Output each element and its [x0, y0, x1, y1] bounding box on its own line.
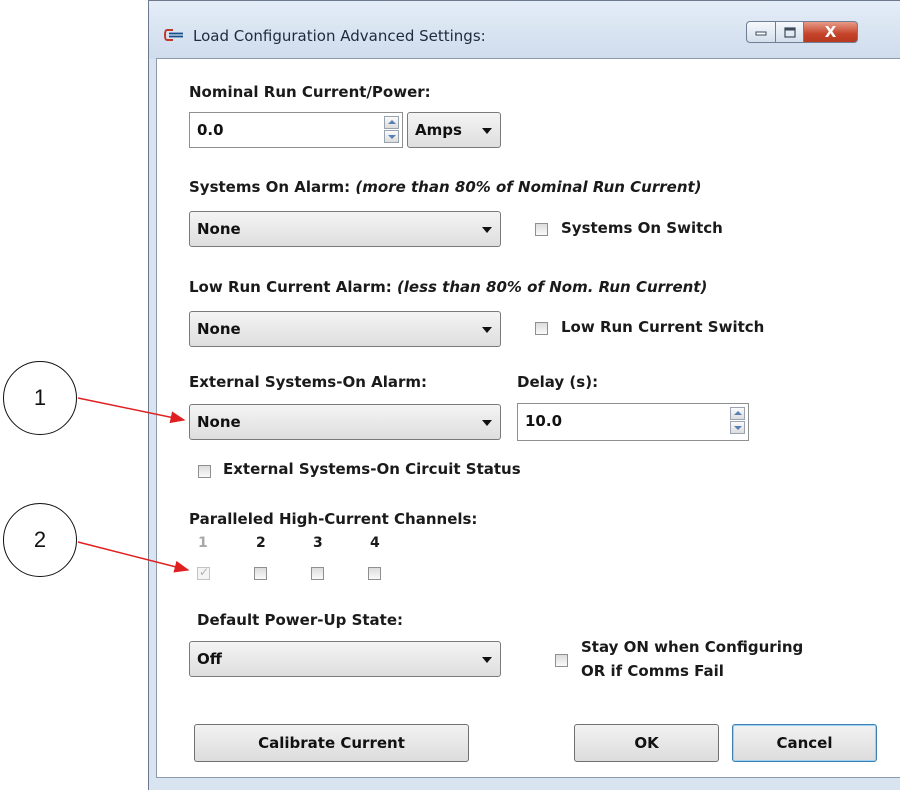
- maximize-button[interactable]: [776, 21, 804, 43]
- low-run-alarm-value: None: [197, 320, 241, 338]
- channel-4-label: 4: [370, 535, 380, 551]
- checkmark-icon: ✓: [199, 565, 210, 579]
- low-run-alarm-dropdown[interactable]: None: [189, 311, 501, 347]
- spin-up-icon[interactable]: [384, 116, 399, 129]
- window-controls: X: [746, 21, 858, 45]
- chevron-down-icon: [482, 227, 492, 233]
- systems-on-alarm-note: (more than 80% of Nominal Run Current): [355, 178, 702, 196]
- nominal-run-label: Nominal Run Current/Power:: [189, 83, 431, 101]
- maximize-icon: [783, 26, 796, 38]
- systems-on-switch-label: Systems On Switch: [561, 219, 723, 237]
- dialog-body: Nominal Run Current/Power: 0.0 Amps Syst…: [156, 58, 900, 778]
- delay-label: Delay (s):: [517, 373, 599, 391]
- close-icon: X: [824, 23, 837, 41]
- stay-on-label-line1: Stay ON when Configuring: [581, 638, 804, 656]
- calibrate-current-button[interactable]: Calibrate Current: [194, 724, 469, 762]
- minimize-button[interactable]: [746, 21, 776, 43]
- external-circuit-status-label: External Systems-On Circuit Status: [223, 460, 521, 478]
- callout-2: 2: [3, 503, 77, 577]
- delay-spinbox[interactable]: 10.0: [517, 403, 749, 441]
- systems-on-switch-checkbox[interactable]: [535, 223, 548, 236]
- minimize-icon: [755, 31, 767, 36]
- low-run-switch-label: Low Run Current Switch: [561, 318, 765, 336]
- stay-on-label-line2: OR if Comms Fail: [581, 662, 724, 680]
- callout-1: 1: [3, 361, 77, 435]
- window-title: Load Configuration Advanced Settings:: [193, 27, 486, 45]
- cancel-button[interactable]: Cancel: [732, 724, 877, 762]
- nominal-spin-buttons: [384, 116, 399, 144]
- channel-4-checkbox[interactable]: [368, 567, 381, 580]
- chevron-down-icon: [482, 327, 492, 333]
- spin-up-icon[interactable]: [730, 407, 745, 420]
- systems-on-alarm-label: Systems On Alarm: (more than 80% of Nomi…: [189, 178, 702, 196]
- paralleled-channels-label: Paralleled High-Current Channels:: [189, 510, 478, 528]
- delay-value: 10.0: [525, 412, 563, 430]
- power-up-state-label: Default Power-Up State:: [197, 611, 404, 629]
- chevron-down-icon: [482, 128, 492, 134]
- chevron-down-icon: [482, 420, 492, 426]
- spin-down-icon[interactable]: [730, 421, 745, 434]
- nominal-run-spinbox[interactable]: 0.0: [189, 112, 403, 148]
- app-logo-icon: [164, 29, 183, 41]
- spin-down-icon[interactable]: [384, 130, 399, 143]
- close-button[interactable]: X: [804, 21, 858, 43]
- channel-3-label: 3: [313, 535, 323, 551]
- ok-button[interactable]: OK: [574, 724, 719, 762]
- settings-dialog: Load Configuration Advanced Settings: X …: [148, 0, 900, 790]
- external-circuit-status-checkbox[interactable]: [198, 465, 211, 478]
- low-run-alarm-label: Low Run Current Alarm: (less than 80% of…: [189, 278, 708, 296]
- unit-value: Amps: [415, 121, 462, 139]
- channel-1-label: 1: [198, 535, 208, 551]
- external-alarm-combo[interactable]: None: [189, 404, 501, 440]
- delay-spin-buttons: [730, 407, 745, 435]
- nominal-run-value: 0.0: [197, 121, 224, 139]
- channel-1-checkbox[interactable]: ✓: [197, 565, 210, 580]
- channel-3-checkbox[interactable]: [311, 567, 324, 580]
- title-bar[interactable]: Load Configuration Advanced Settings: X: [149, 1, 900, 59]
- channel-2-label: 2: [256, 535, 266, 551]
- systems-on-alarm-value: None: [197, 220, 241, 238]
- power-up-state-dropdown[interactable]: Off: [189, 641, 501, 677]
- channel-2-checkbox[interactable]: [254, 567, 267, 580]
- chevron-down-icon: [482, 657, 492, 663]
- unit-dropdown[interactable]: Amps: [407, 112, 501, 148]
- low-run-alarm-note: (less than 80% of Nom. Run Current): [396, 278, 708, 296]
- stay-on-checkbox[interactable]: [555, 654, 568, 667]
- external-alarm-label: External Systems-On Alarm:: [189, 373, 428, 391]
- systems-on-alarm-dropdown[interactable]: None: [189, 211, 501, 247]
- external-alarm-value: None: [197, 413, 241, 431]
- low-run-switch-checkbox[interactable]: [535, 322, 548, 335]
- power-up-state-value: Off: [197, 650, 222, 668]
